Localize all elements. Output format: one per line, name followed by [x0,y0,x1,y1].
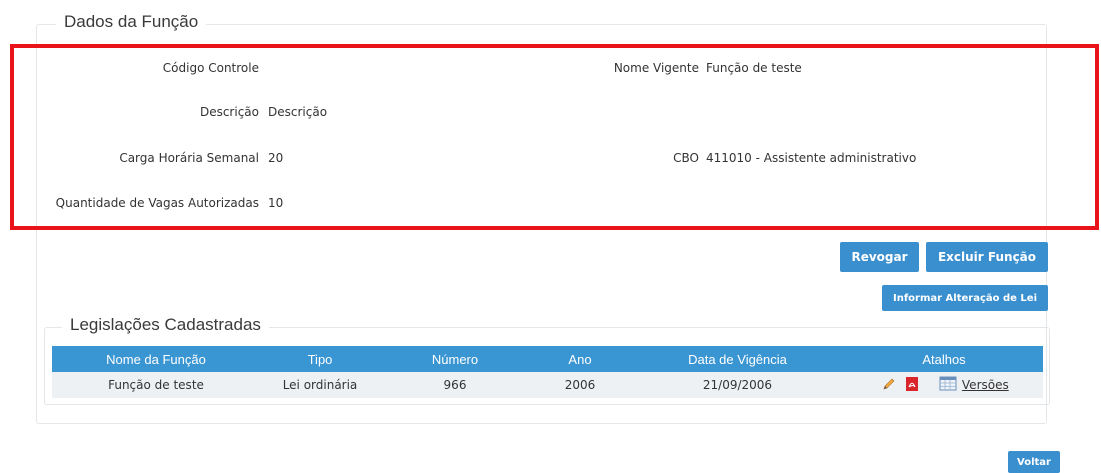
cell-ano: 2006 [564,378,596,392]
versoes-link[interactable]: Versões [962,378,1009,392]
column-header-ano: Ano [568,351,592,367]
pencil-edit-icon[interactable] [881,376,897,395]
column-header-data: Data de Vigência [688,351,787,367]
versions-table-icon[interactable] [939,376,957,395]
table-row: Função de teste Lei ordinária 966 2006 2… [52,372,1043,398]
highlight-box [10,44,1099,230]
legislacoes-table: Nome da Função Tipo Número Ano Data de V… [52,346,1043,398]
excluir-funcao-button[interactable]: Excluir Função [926,242,1048,272]
cell-tipo: Lei ordinária [282,378,358,392]
table-header-row: Nome da Função Tipo Número Ano Data de V… [52,346,1043,372]
pdf-icon[interactable] [905,376,919,395]
section-title: Dados da Função [56,12,207,32]
revogar-button[interactable]: Revogar [840,242,919,272]
cell-atalhos: Versões [845,372,1043,398]
voltar-button[interactable]: Voltar [1008,451,1060,473]
column-header-tipo: Tipo [307,351,333,367]
column-header-numero: Número [431,351,479,367]
informar-alteracao-lei-button[interactable]: Informar Alteração de Lei [882,285,1048,311]
cell-nome: Função de teste [108,378,204,392]
cell-data: 21/09/2006 [702,378,773,392]
cell-numero: 966 [443,378,467,392]
column-header-atalhos: Atalhos [922,351,966,367]
legislacoes-title: Legislações Cadastradas [62,315,269,335]
column-header-nome: Nome da Função [106,351,206,367]
